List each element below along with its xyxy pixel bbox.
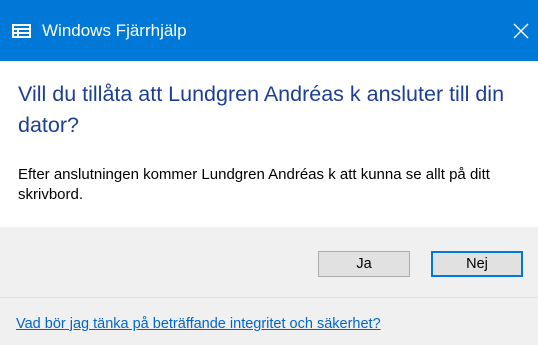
dialog-heading: Vill du tillåta att Lundgren Andréas k a… — [18, 82, 505, 137]
title-bar[interactable]: Windows Fjärrhjälp — [0, 0, 538, 61]
yes-button[interactable]: Ja — [318, 251, 410, 277]
dialog-content: Vill du tillåta att Lundgren Andréas k a… — [0, 61, 538, 227]
dialog-footer: Vad bör jag tänka på beträffande integri… — [0, 297, 538, 345]
privacy-security-link[interactable]: Vad bör jag tänka på beträffande integri… — [16, 315, 381, 333]
remote-assistance-dialog: Windows Fjärrhjälp Vill du tillåta att L… — [0, 0, 538, 345]
no-button[interactable]: Nej — [431, 251, 523, 277]
window-title: Windows Fjärrhjälp — [42, 21, 187, 40]
close-icon — [513, 23, 529, 39]
dialog-body-text: Efter anslutningen kommer Lundgren André… — [18, 166, 490, 203]
footer-divider — [0, 297, 538, 298]
remote-assistance-icon — [12, 24, 31, 38]
button-area: Ja Nej — [0, 227, 538, 297]
close-button[interactable] — [504, 14, 538, 48]
